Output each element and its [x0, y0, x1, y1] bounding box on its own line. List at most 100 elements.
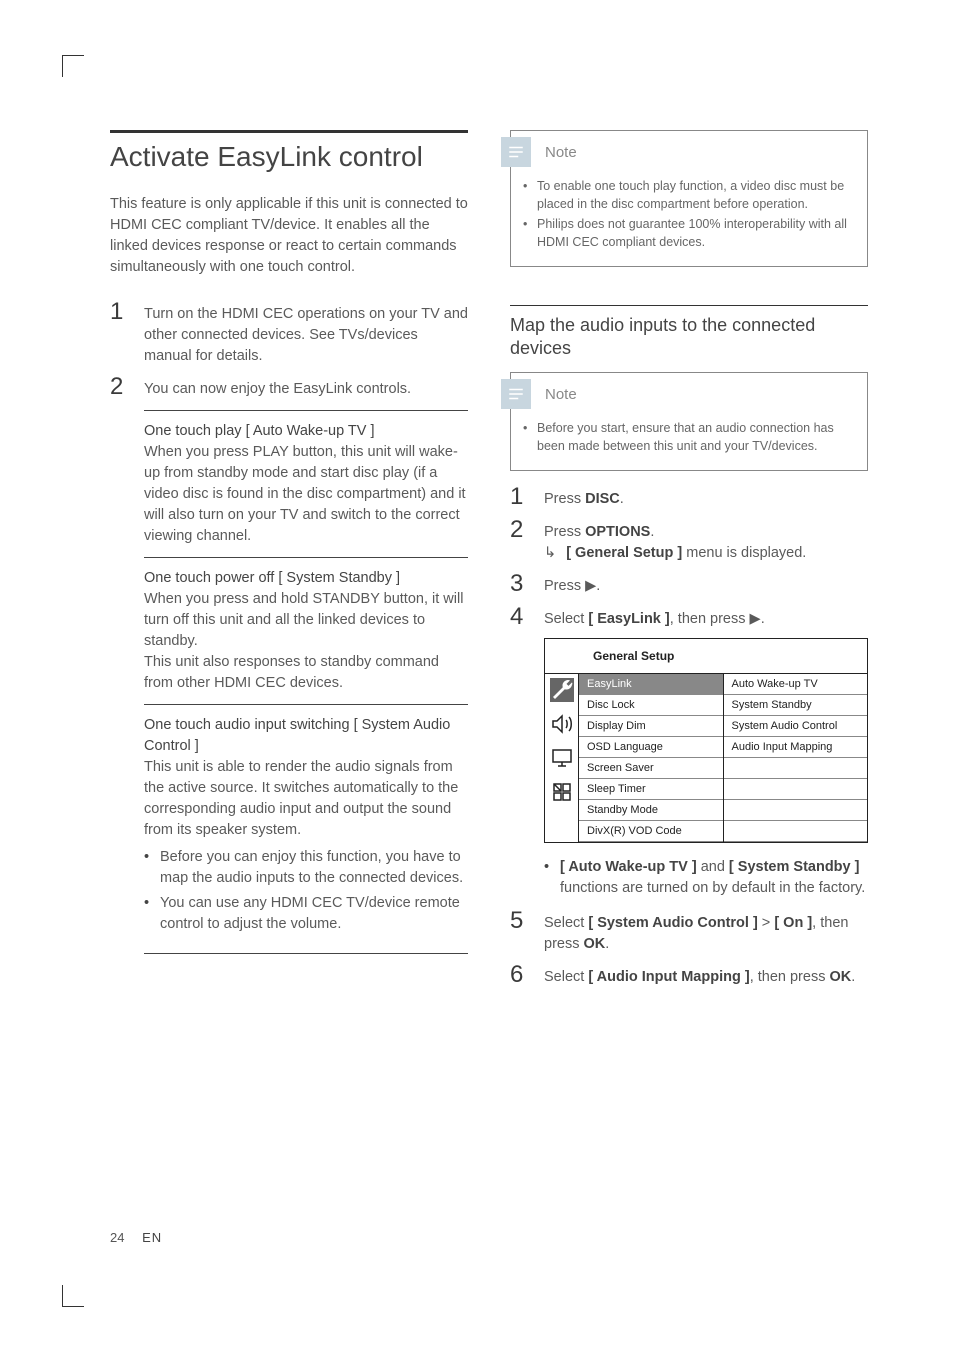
menu-row: DivX(R) VOD Code	[579, 821, 723, 842]
step-2: 2 Press OPTIONS. [ General Setup ] menu …	[510, 518, 868, 564]
step-body: Select [ Audio Input Mapping ], then pre…	[544, 963, 868, 988]
monitor-icon	[550, 746, 574, 770]
note-box-1: Note To enable one touch play function, …	[510, 130, 868, 267]
step-body: Press OPTIONS. [ General Setup ] menu is…	[544, 518, 868, 564]
note-bullet: Before you start, ensure that an audio c…	[523, 419, 855, 455]
step-number: 2	[110, 375, 128, 400]
bold-text: OPTIONS	[585, 524, 650, 540]
menu-icon-column	[545, 674, 579, 842]
bold-text: DISC	[585, 491, 620, 507]
menu-list-left: EasyLink Disc Lock Display Dim OSD Langu…	[579, 674, 723, 842]
info-bullets: [ Auto Wake-up TV ] and [ System Standby…	[544, 857, 868, 899]
bullet-item: You can use any HDMI CEC TV/device remot…	[144, 893, 468, 935]
section-heading: Activate EasyLink control	[110, 139, 468, 174]
steps-list: 1 Turn on the HDMI CEC operations on you…	[110, 300, 468, 400]
steps-list-right-2: 5 Select [ System Audio Control ] > [ On…	[510, 909, 868, 988]
bold-text: [ Auto Wake-up TV ]	[560, 859, 697, 875]
bold-text: [ System Standby ]	[729, 859, 860, 875]
step-2: 2 You can now enjoy the EasyLink control…	[110, 375, 468, 400]
step-4: 4 Select [ EasyLink ], then press ▶.	[510, 605, 868, 630]
feature-bullets: Before you can enjoy this function, you …	[144, 847, 468, 935]
speaker-icon	[550, 712, 574, 736]
note-title: Note	[545, 144, 577, 161]
text: .	[650, 524, 654, 540]
text: .	[605, 936, 609, 952]
step-number: 1	[110, 300, 128, 367]
step-body: Select [ EasyLink ], then press ▶.	[544, 605, 868, 630]
step-3: 3 Press ▶.	[510, 572, 868, 597]
step-number: 2	[510, 518, 528, 564]
text: menu is displayed.	[682, 545, 806, 561]
feature-one-touch-power-off: One touch power off [ System Standby ] W…	[144, 557, 468, 694]
step-5: 5 Select [ System Audio Control ] > [ On…	[510, 909, 868, 955]
step-body: You can now enjoy the EasyLink controls.	[144, 375, 468, 400]
text: >	[758, 915, 775, 931]
step-1: 1 Turn on the HDMI CEC operations on you…	[110, 300, 468, 367]
bullet-item: Before you can enjoy this function, you …	[144, 847, 468, 889]
text: functions are turned on by default in th…	[560, 880, 865, 896]
page-language: EN	[142, 1230, 162, 1245]
text: Press	[544, 524, 585, 540]
text: .	[761, 611, 765, 627]
menu-row: System Audio Control	[724, 716, 868, 737]
menu-title: General Setup	[545, 639, 867, 674]
step-1: 1 Press DISC.	[510, 485, 868, 510]
step-number: 4	[510, 605, 528, 630]
wrench-icon	[550, 678, 574, 702]
right-triangle-icon: ▶	[750, 609, 761, 630]
feature-body: This unit is able to render the audio si…	[144, 757, 468, 841]
subsection-heading: Map the audio inputs to the connected de…	[510, 314, 868, 361]
text: , then press	[750, 969, 830, 985]
menu-row	[724, 779, 868, 800]
menu-row: OSD Language	[579, 737, 723, 758]
crop-mark-top-left	[62, 55, 84, 77]
menu-row: Auto Wake-up TV	[724, 674, 868, 695]
feature-title: One touch power off [ System Standby ]	[144, 568, 468, 589]
heading-rule	[110, 130, 468, 133]
feature-title: One touch audio input switching [ System…	[144, 715, 468, 757]
note-header: Note	[501, 373, 867, 415]
page-footer: 24 EN	[110, 1230, 162, 1245]
page-number: 24	[110, 1230, 124, 1245]
menu-row: Audio Input Mapping	[724, 737, 868, 758]
steps-list-right: 1 Press DISC. 2 Press OPTIONS. [ General…	[510, 485, 868, 630]
feature-title: One touch play [ Auto Wake-up TV ]	[144, 421, 468, 442]
text: .	[596, 578, 600, 594]
right-triangle-icon: ▶	[585, 576, 596, 597]
page-content: Activate EasyLink control This feature i…	[110, 130, 870, 996]
note-box-2: Note Before you start, ensure that an au…	[510, 372, 868, 470]
crop-mark-bottom-left	[62, 1285, 84, 1307]
bold-text: [ Audio Input Mapping ]	[588, 969, 749, 985]
feature-one-touch-play: One touch play [ Auto Wake-up TV ] When …	[144, 410, 468, 547]
step-6: 6 Select [ Audio Input Mapping ], then p…	[510, 963, 868, 988]
note-title: Note	[545, 386, 577, 403]
menu-row: Disc Lock	[579, 695, 723, 716]
bold-text: OK	[829, 969, 851, 985]
text: and	[697, 859, 729, 875]
subheading-rule	[510, 305, 868, 306]
step-body: Turn on the HDMI CEC operations on your …	[144, 300, 468, 367]
menu-columns: EasyLink Disc Lock Display Dim OSD Langu…	[579, 674, 867, 842]
note-body: To enable one touch play function, a vid…	[511, 173, 867, 266]
menu-row: Sleep Timer	[579, 779, 723, 800]
menu-row	[724, 800, 868, 821]
step-number: 6	[510, 963, 528, 988]
bold-text: [ System Audio Control ]	[588, 915, 757, 931]
text: Press	[544, 578, 585, 594]
feature-body: When you press and hold STANDBY button, …	[144, 589, 468, 652]
feature-audio-switching: One touch audio input switching [ System…	[144, 704, 468, 954]
step-body: Press DISC.	[544, 485, 868, 510]
menu-list-right: Auto Wake-up TV System Standby System Au…	[723, 674, 868, 842]
menu-body: EasyLink Disc Lock Display Dim OSD Langu…	[545, 674, 867, 842]
grid-icon	[550, 780, 574, 804]
menu-row: Standby Mode	[579, 800, 723, 821]
step-body: Select [ System Audio Control ] > [ On ]…	[544, 909, 868, 955]
note-icon	[501, 137, 531, 167]
bold-text: [ EasyLink ]	[588, 611, 669, 627]
note-bullet: To enable one touch play function, a vid…	[523, 177, 855, 213]
step-number: 5	[510, 909, 528, 955]
bullet-item: [ Auto Wake-up TV ] and [ System Standby…	[544, 857, 868, 899]
menu-row: EasyLink	[579, 674, 723, 695]
text: Press	[544, 491, 585, 507]
menu-row	[724, 821, 868, 842]
